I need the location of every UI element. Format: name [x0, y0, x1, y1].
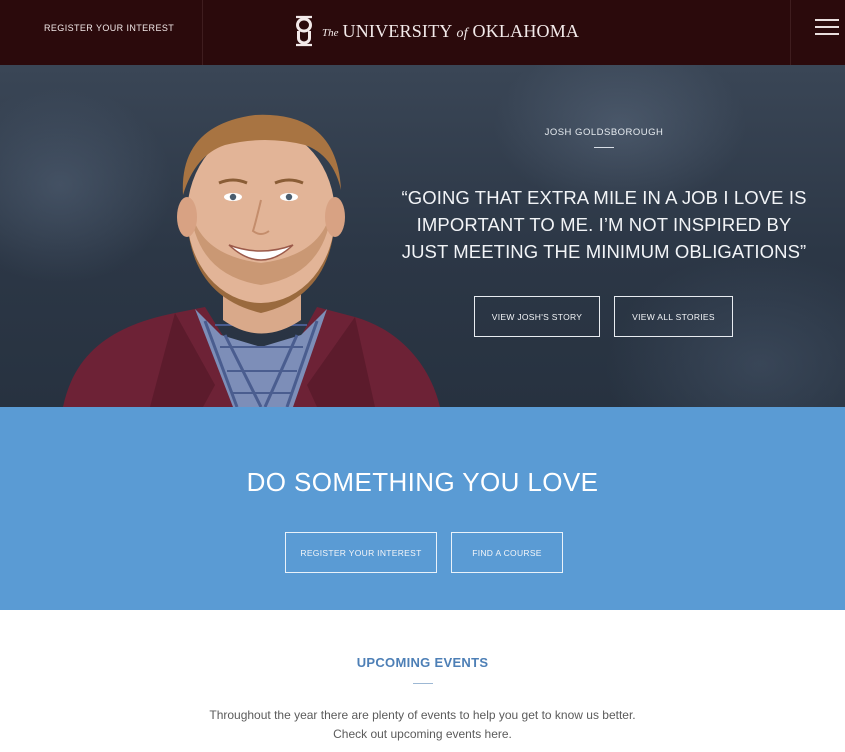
testimonial-person-name: JOSH GOLDSBOROUGH	[544, 127, 664, 138]
brand-name-oklahoma: OKLAHOMA	[472, 20, 580, 41]
call-to-action-band: DO SOMETHING YOU LOVE REGISTER YOUR INTE…	[0, 407, 845, 610]
hamburger-menu-icon[interactable]	[815, 19, 839, 39]
events-intro-line-1: Throughout the year there are plenty of …	[209, 708, 636, 722]
events-intro: Throughout the year there are plenty of …	[0, 706, 845, 744]
ou-monogram-logo-icon	[296, 15, 312, 47]
brand-the: The	[322, 26, 339, 39]
student-portrait-image	[63, 114, 440, 407]
testimonial-quote: “GOING THAT EXTRA MILE IN A JOB I LOVE I…	[401, 187, 807, 262]
brand-name-university: UNIVERSITY	[342, 20, 452, 41]
register-interest-link[interactable]: REGISTER YOUR INTEREST	[44, 23, 174, 33]
site-header: REGISTER YOUR INTEREST The UNIVERSITY of…	[0, 0, 845, 65]
upcoming-events-section: UPCOMING EVENTS Throughout the year ther…	[0, 610, 845, 752]
register-interest-button[interactable]: REGISTER YOUR INTEREST	[285, 532, 437, 573]
events-divider	[413, 683, 433, 684]
university-brand-logo[interactable]: The UNIVERSITY of OKLAHOMA	[292, 14, 579, 48]
view-story-button[interactable]: VIEW JOSH'S STORY	[474, 296, 600, 337]
events-intro-line-2[interactable]: Check out upcoming events here.	[333, 727, 512, 741]
header-divider	[790, 0, 791, 65]
header-divider	[202, 0, 203, 65]
events-title: UPCOMING EVENTS	[356, 655, 489, 670]
testimonial-quote-block: JOSH GOLDSBOROUGH “GOING THAT EXTRA MILE…	[395, 127, 813, 265]
name-divider	[594, 147, 614, 148]
brand-name: UNIVERSITY of OKLAHOMA	[343, 21, 580, 42]
view-all-stories-button[interactable]: VIEW ALL STORIES	[614, 296, 733, 337]
brand-name-of: of	[456, 25, 468, 41]
band-headline: DO SOMETHING YOU LOVE	[246, 467, 599, 497]
hero-buttons: VIEW JOSH'S STORY VIEW ALL STORIES	[474, 296, 733, 337]
find-course-button[interactable]: FIND A COURSE	[451, 532, 563, 573]
hero-banner: JOSH GOLDSBOROUGH “GOING THAT EXTRA MILE…	[0, 65, 845, 407]
